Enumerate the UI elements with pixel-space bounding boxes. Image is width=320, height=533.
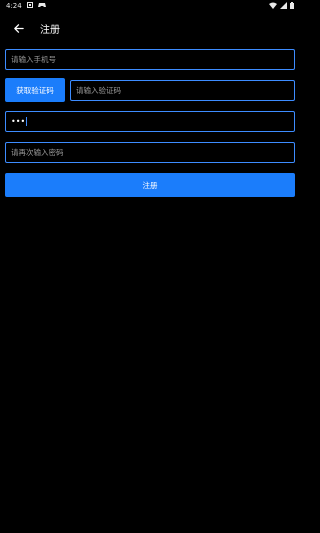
status-time: 4:24: [6, 2, 22, 10]
page-title: 注册: [40, 24, 60, 36]
code-input[interactable]: 请输入验证码: [70, 80, 295, 101]
phone-placeholder: 请输入手机号: [11, 55, 56, 64]
get-code-label: 获取验证码: [16, 85, 54, 95]
get-code-button[interactable]: 获取验证码: [5, 78, 65, 102]
controller-notification-icon: [37, 2, 46, 10]
register-button[interactable]: 注册: [5, 173, 295, 197]
status-left: 4:24: [6, 2, 46, 10]
battery-icon: [290, 1, 294, 11]
register-screen: 4:24 注册 请输入手机号 获取验证码 请输入验证码 ••• 请再次输入密码 …: [0, 0, 300, 533]
code-placeholder: 请输入验证码: [76, 86, 121, 95]
text-cursor: [26, 117, 28, 126]
confirm-password-input[interactable]: 请再次输入密码: [5, 142, 295, 163]
status-bar: 4:24: [0, 0, 300, 12]
phone-input[interactable]: 请输入手机号: [5, 49, 295, 70]
password-input[interactable]: •••: [5, 111, 295, 132]
password-value: •••: [11, 117, 26, 126]
wifi-icon: [269, 2, 277, 11]
arrow-back-icon: [13, 23, 24, 33]
register-label: 注册: [142, 180, 158, 190]
signal-icon: [280, 1, 287, 11]
confirm-placeholder: 请再次输入密码: [11, 148, 64, 157]
square-notification-icon: [26, 2, 33, 10]
app-toolbar: 注册: [0, 14, 300, 42]
back-button[interactable]: [6, 16, 30, 40]
status-right: [269, 1, 294, 11]
